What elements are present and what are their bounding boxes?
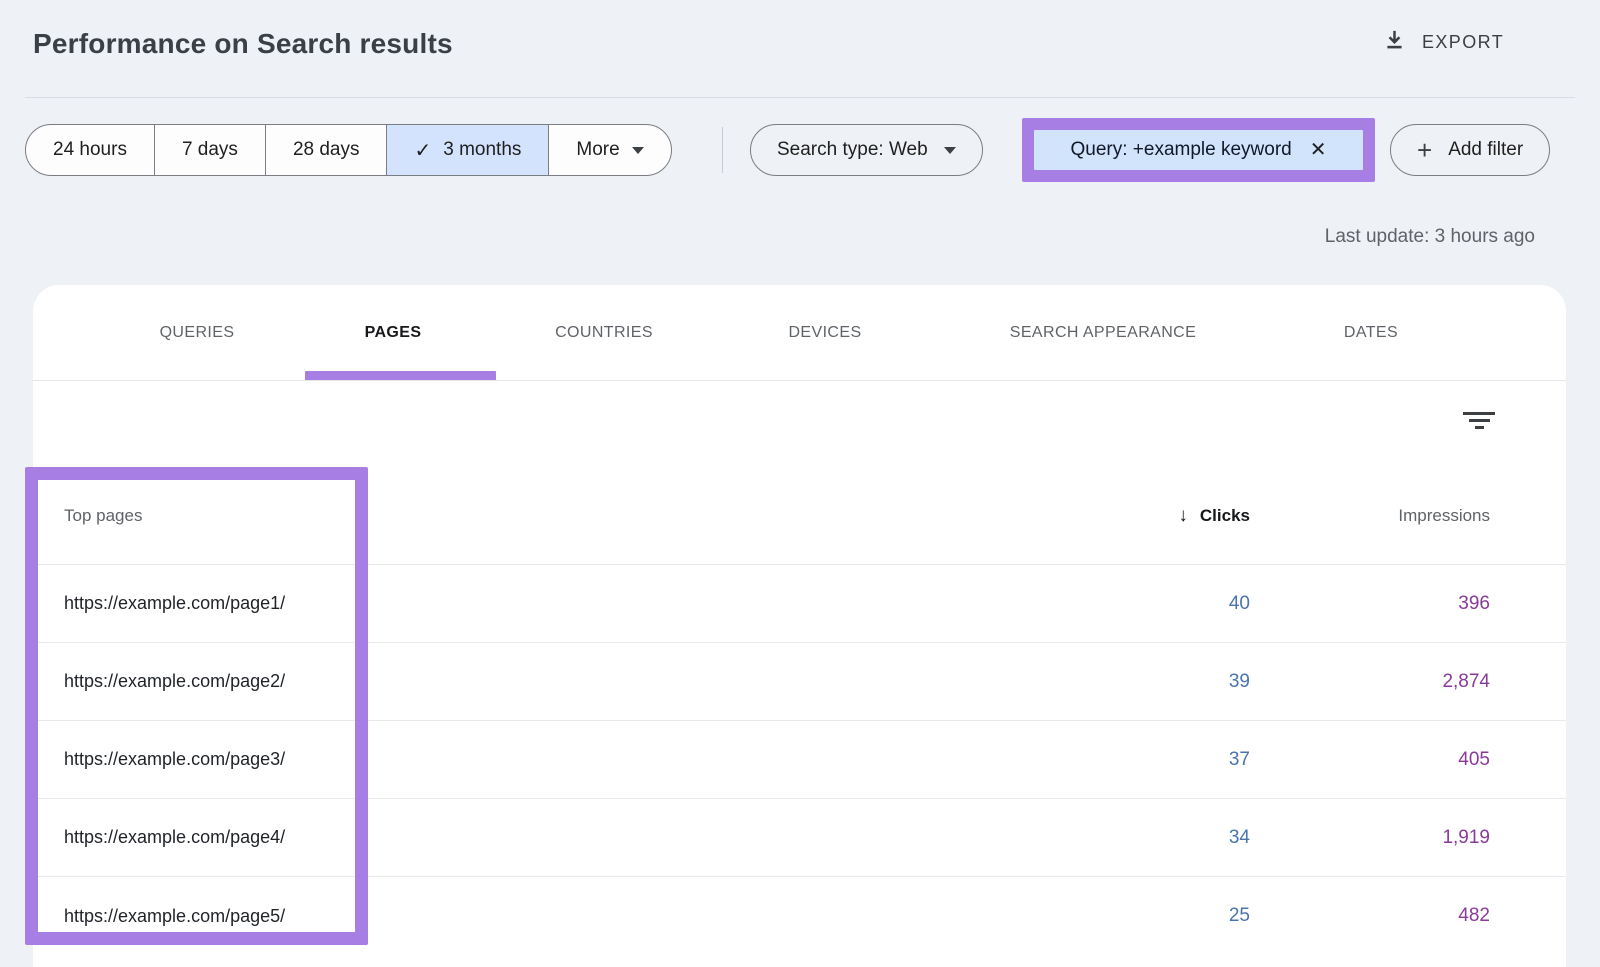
tabs-divider xyxy=(33,380,1566,381)
top-pages-table: Top pages ↓ Clicks Impressions https://e… xyxy=(33,467,1566,955)
tab-queries[interactable]: QUERIES xyxy=(160,285,235,380)
header-divider xyxy=(25,97,1575,98)
clicks-cell: 37 xyxy=(1229,749,1250,771)
more-label: More xyxy=(576,139,619,161)
tab-countries[interactable]: COUNTRIES xyxy=(555,285,653,380)
date-range-label: 24 hours xyxy=(53,139,127,161)
chevron-down-icon xyxy=(632,147,644,154)
filter-list-icon xyxy=(1463,412,1495,415)
add-filter-label: Add filter xyxy=(1448,139,1523,161)
impressions-cell: 2,874 xyxy=(1442,671,1490,693)
page-url-cell: https://example.com/page1/ xyxy=(64,593,1100,614)
page-url-cell: https://example.com/page4/ xyxy=(64,827,1100,848)
toolbar-divider xyxy=(722,127,723,173)
date-range-label: 3 months xyxy=(443,139,521,161)
impressions-cell: 405 xyxy=(1458,749,1490,771)
page-title: Performance on Search results xyxy=(33,28,453,60)
download-icon xyxy=(1383,28,1406,56)
export-button-label: EXPORT xyxy=(1422,32,1504,53)
date-range-3-months[interactable]: ✓ 3 months xyxy=(386,125,548,175)
dimension-tabs: QUERIES PAGES COUNTRIES DEVICES SEARCH A… xyxy=(33,285,1566,380)
clicks-cell: 39 xyxy=(1229,671,1250,693)
tab-pages[interactable]: PAGES xyxy=(365,285,422,380)
search-type-dropdown[interactable]: Search type: Web xyxy=(750,124,983,176)
tab-devices[interactable]: DEVICES xyxy=(788,285,861,380)
clicks-header-label: Clicks xyxy=(1200,506,1250,526)
impressions-cell: 1,919 xyxy=(1442,827,1490,849)
filter-toolbar: 24 hours 7 days 28 days ✓ 3 months More … xyxy=(0,124,1600,176)
query-filter-annotation-highlight: Query: +example keyword ✕ xyxy=(1022,118,1375,182)
date-range-28-days[interactable]: 28 days xyxy=(265,125,387,175)
table-row[interactable]: https://example.com/page2/ 39 2,874 xyxy=(33,643,1566,721)
column-header-impressions[interactable]: Impressions xyxy=(1398,506,1490,526)
page-url-cell: https://example.com/page2/ xyxy=(64,671,1100,692)
table-row[interactable]: https://example.com/page3/ 37 405 xyxy=(33,721,1566,799)
clicks-cell: 25 xyxy=(1229,905,1250,927)
sort-desc-icon: ↓ xyxy=(1178,505,1188,527)
table-row[interactable]: https://example.com/page5/ 25 482 xyxy=(33,877,1566,955)
table-row[interactable]: https://example.com/page4/ 34 1,919 xyxy=(33,799,1566,877)
performance-report-card: QUERIES PAGES COUNTRIES DEVICES SEARCH A… xyxy=(33,285,1566,967)
search-type-label: Search type: Web xyxy=(777,139,928,161)
clicks-cell: 40 xyxy=(1229,593,1250,615)
last-update-text: Last update: 3 hours ago xyxy=(1325,226,1535,248)
query-filter-label: Query: +example keyword xyxy=(1070,139,1291,161)
table-row[interactable]: https://example.com/page1/ 40 396 xyxy=(33,565,1566,643)
date-range-24-hours[interactable]: 24 hours xyxy=(26,125,154,175)
check-icon: ✓ xyxy=(414,138,431,163)
tab-dates[interactable]: DATES xyxy=(1344,285,1398,380)
add-filter-button[interactable]: + Add filter xyxy=(1390,124,1550,176)
date-range-label: 7 days xyxy=(182,139,238,161)
plus-icon: + xyxy=(1417,137,1432,163)
export-button[interactable]: EXPORT xyxy=(1383,28,1504,56)
tab-search-appearance[interactable]: SEARCH APPEARANCE xyxy=(1010,285,1196,380)
impressions-cell: 396 xyxy=(1458,593,1490,615)
chevron-down-icon xyxy=(944,147,956,154)
date-range-label: 28 days xyxy=(293,139,360,161)
page-url-cell: https://example.com/page5/ xyxy=(64,906,1100,927)
clicks-cell: 34 xyxy=(1229,827,1250,849)
date-range-segmented-control: 24 hours 7 days 28 days ✓ 3 months More xyxy=(25,124,672,176)
table-header-row: Top pages ↓ Clicks Impressions xyxy=(33,467,1566,565)
date-range-more[interactable]: More xyxy=(548,125,670,175)
close-icon[interactable]: ✕ xyxy=(1310,140,1327,160)
impressions-cell: 482 xyxy=(1458,905,1490,927)
query-filter-chip[interactable]: Query: +example keyword ✕ xyxy=(1034,130,1363,170)
table-filter-button[interactable] xyxy=(1457,401,1501,439)
table-body: https://example.com/page1/ 40 396 https:… xyxy=(33,565,1566,955)
column-header-top-pages: Top pages xyxy=(64,506,1100,526)
date-range-7-days[interactable]: 7 days xyxy=(154,125,265,175)
page-url-cell: https://example.com/page3/ xyxy=(64,749,1100,770)
column-header-clicks[interactable]: ↓ Clicks xyxy=(1178,505,1250,527)
